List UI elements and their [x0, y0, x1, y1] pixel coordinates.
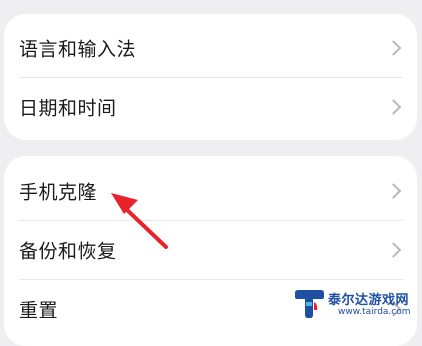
settings-item-phone-clone[interactable]: 手机克隆 [4, 162, 417, 220]
chevron-right-icon [385, 40, 402, 56]
settings-item-label: 备份和恢复 [19, 240, 117, 263]
chevron-right-icon [385, 99, 402, 115]
settings-item-label: 重置 [19, 299, 59, 322]
watermark-logo-icon [295, 290, 324, 318]
settings-group-general: 语言和输入法 日期和时间 [4, 14, 417, 140]
settings-item-language-input[interactable]: 语言和输入法 [4, 19, 417, 77]
settings-item-label: 日期和时间 [19, 97, 117, 120]
chevron-right-icon [385, 183, 402, 199]
settings-item-backup-restore[interactable]: 备份和恢复 [4, 221, 417, 279]
watermark-title: 泰尔达游戏网 [328, 293, 410, 308]
settings-item-label: 语言和输入法 [19, 38, 137, 61]
settings-item-label: 手机克隆 [19, 181, 98, 204]
settings-item-date-time[interactable]: 日期和时间 [4, 78, 417, 136]
watermark-url: www.tairda.com [338, 307, 411, 317]
chevron-right-icon [385, 242, 402, 258]
site-watermark: 泰尔达游戏网 www.tairda.com [292, 284, 420, 324]
